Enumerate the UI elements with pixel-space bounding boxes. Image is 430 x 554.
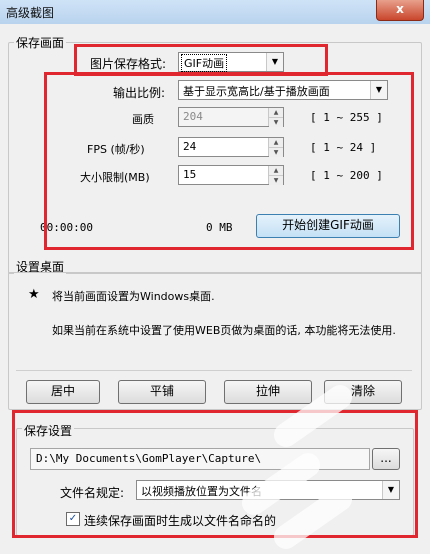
- fps-stepper[interactable]: 24 ▲ ▼: [178, 137, 284, 157]
- tile-button[interactable]: 平铺: [118, 380, 206, 404]
- save-path-value: D:\My Documents\GomPlayer\Capture\: [36, 452, 262, 465]
- center-button[interactable]: 居中: [26, 380, 100, 404]
- format-label: 图片保存格式:: [90, 57, 167, 71]
- save-settings-legend: 保存设置: [22, 422, 75, 439]
- fps-value: 24: [183, 140, 197, 153]
- star-icon: ★: [28, 287, 40, 302]
- continuous-save-checkbox[interactable]: ✓: [66, 512, 80, 526]
- output-ratio-value: 基于显示宽高比/基于播放画面: [183, 85, 330, 98]
- quality-value: 204: [183, 110, 203, 123]
- stretch-button[interactable]: 拉伸: [224, 380, 312, 404]
- spin-up-icon[interactable]: ▲: [269, 138, 283, 148]
- output-ratio-select[interactable]: 基于显示宽高比/基于播放画面 ▼: [178, 80, 388, 100]
- title-bar: 高级截图 x: [0, 0, 430, 25]
- chevron-down-icon: ▼: [382, 481, 399, 499]
- spin-up-icon[interactable]: ▲: [269, 166, 283, 176]
- continuous-save-label: 连续保存画面时生成以文件名命名的: [84, 514, 277, 528]
- spin-down-icon[interactable]: ▼: [269, 148, 283, 157]
- spin-up-icon[interactable]: ▲: [269, 108, 283, 118]
- size-status: 0 MB: [206, 221, 233, 234]
- fps-label: FPS (帧/秒): [87, 143, 145, 156]
- create-gif-button[interactable]: 开始创建GIF动画: [256, 214, 400, 238]
- fps-range: [ 1 ~ 24 ]: [310, 141, 377, 154]
- time-status: 00:00:00: [40, 221, 93, 234]
- set-desktop-text: 将当前画面设置为Windows桌面.: [52, 290, 215, 303]
- format-select[interactable]: GIF动画 ▼: [178, 52, 284, 72]
- save-screen-group: [8, 42, 422, 274]
- save-screen-legend: 保存画面: [14, 34, 67, 51]
- chevron-down-icon: ▼: [370, 81, 387, 99]
- size-limit-label: 大小限制(MB): [80, 171, 150, 184]
- window-title: 高级截图: [6, 6, 55, 20]
- quality-range: [ 1 ~ 255 ]: [310, 111, 383, 124]
- spin-down-icon[interactable]: ▼: [269, 176, 283, 185]
- filename-rule-label: 文件名规定:: [60, 486, 125, 500]
- size-limit-range: [ 1 ~ 200 ]: [310, 169, 383, 182]
- close-button[interactable]: x: [376, 0, 424, 21]
- output-ratio-label: 输出比例:: [113, 86, 166, 100]
- window-body: 保存画面 图片保存格式: GIF动画 ▼ 输出比例: 基于显示宽高比/基于播放画…: [0, 24, 430, 554]
- web-desktop-warning: 如果当前在系统中设置了使用WEB页做为桌面的话, 本功能将无法使用.: [52, 324, 396, 337]
- quality-label: 画质: [132, 113, 154, 126]
- size-limit-stepper[interactable]: 15 ▲ ▼: [178, 165, 284, 185]
- spin-down-icon[interactable]: ▼: [269, 118, 283, 127]
- quality-stepper[interactable]: 204 ▲ ▼: [178, 107, 284, 127]
- browse-button[interactable]: ...: [372, 448, 400, 470]
- chevron-down-icon: ▼: [266, 53, 283, 71]
- size-limit-value: 15: [183, 168, 197, 181]
- format-value: GIF动画: [181, 54, 228, 72]
